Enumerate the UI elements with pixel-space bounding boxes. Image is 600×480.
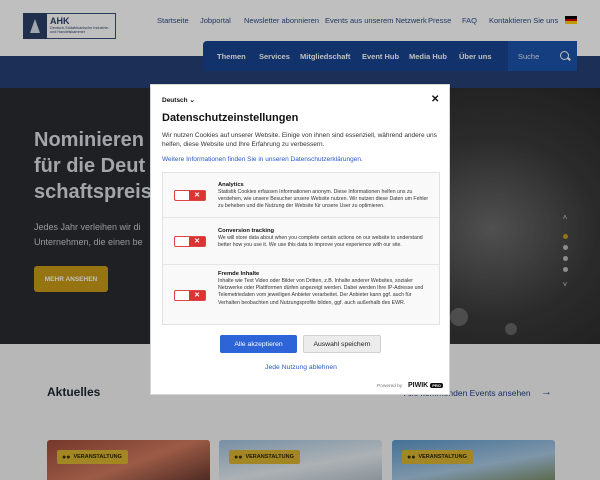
consent-category-fremde-inhalte: ✕ Fremde Inhalte Inhalte wie Text Video … <box>163 265 439 325</box>
close-icon[interactable]: ✕ <box>431 94 439 105</box>
category-description: Statistik Cookies erfassen Informationen… <box>218 189 429 210</box>
toggle-off-icon: ✕ <box>189 291 205 300</box>
toggle-off-icon: ✕ <box>189 237 205 246</box>
consent-intro: Wir nutzen Cookies auf unserer Website. … <box>162 132 437 148</box>
language-value: Deutsch <box>162 97 188 104</box>
consent-categories: ✕ Analytics Statistik Cookies erfassen I… <box>162 172 440 325</box>
pro-badge: PRO <box>430 382 443 388</box>
analytics-toggle[interactable]: ✕ <box>174 190 206 201</box>
category-description: We will store data about when you comple… <box>218 235 423 249</box>
category-title: Analytics <box>218 182 244 188</box>
category-title: Fremde Inhalte <box>218 271 260 277</box>
language-select[interactable]: Deutsch ⌄ <box>162 96 195 104</box>
category-title: Conversion tracking <box>218 228 275 234</box>
consent-category-conversion: ✕ Conversion tracking We will store data… <box>163 218 439 265</box>
consent-category-analytics: ✕ Analytics Statistik Cookies erfassen I… <box>163 173 439 218</box>
privacy-policy-link[interactable]: Weitere Informationen finden Sie in unse… <box>162 156 363 163</box>
consent-dialog: Deutsch ⌄ ✕ Datenschutzeinstellungen Wir… <box>150 84 450 395</box>
category-description: Inhalte wie Text Video oder Bilder von D… <box>218 278 424 306</box>
toggle-off-icon: ✕ <box>189 191 205 200</box>
deny-all-link[interactable]: Jede Nutzung ablehnen <box>151 364 451 371</box>
save-selection-button[interactable]: Auswahl speichern <box>303 335 381 353</box>
fremde-inhalte-toggle[interactable]: ✕ <box>174 290 206 301</box>
piwik-brand: PIWIK <box>408 382 429 389</box>
conversion-tracking-toggle[interactable]: ✕ <box>174 236 206 247</box>
consent-title: Datenschutzeinstellungen <box>162 112 299 124</box>
powered-by-label: Powered by <box>377 384 403 389</box>
chevron-down-icon: ⌄ <box>189 97 195 104</box>
piwik-pro-logo[interactable]: PIWIK PRO <box>408 382 443 389</box>
accept-all-button[interactable]: Alle akzeptieren <box>220 335 297 353</box>
